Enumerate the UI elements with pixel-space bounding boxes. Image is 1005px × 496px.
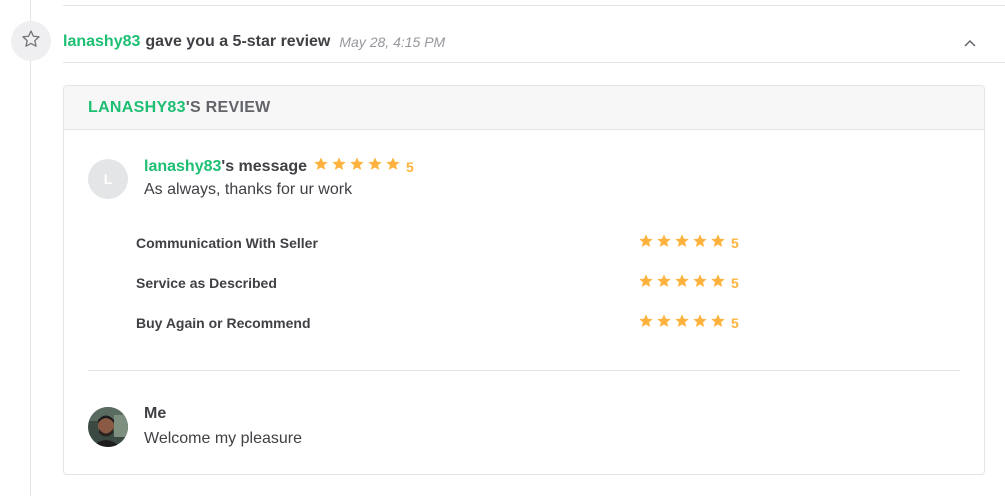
star-icon [656, 233, 674, 254]
criteria-row-communication: Communication With Seller 5 [136, 233, 756, 253]
reply-text: Welcome my pleasure [144, 430, 302, 447]
star-icon [710, 273, 728, 294]
message-suffix: 's message [221, 157, 308, 175]
criteria-row-recommend: Buy Again or Recommend 5 [136, 313, 756, 333]
chevron-up-icon [964, 34, 976, 52]
top-divider [63, 5, 1005, 6]
overall-rating-stars: 5 [313, 156, 414, 177]
criteria-rating-stars: 5 [638, 273, 739, 294]
star-icon [385, 156, 403, 177]
star-icon [674, 233, 692, 254]
event-header: lanashy83 gave you a 5-star review May 2… [63, 31, 975, 53]
review-message-title: lanashy83 's message 5 [144, 156, 414, 177]
criteria-label: Buy Again or Recommend [136, 315, 311, 331]
star-icon [656, 313, 674, 334]
review-header-username[interactable]: LANASHY83 [88, 99, 186, 117]
criteria-rating-stars: 5 [638, 313, 739, 334]
review-card: LANASHY83 'S REVIEW L lanashy83 's messa… [63, 85, 985, 475]
star-icon [349, 156, 367, 177]
review-message-text: As always, thanks for ur work [144, 181, 353, 198]
collapse-button[interactable] [963, 36, 977, 50]
header-divider [63, 62, 1005, 63]
reviewer-username-link[interactable]: lanashy83 [144, 158, 221, 176]
reviewer-avatar: L [88, 159, 128, 199]
star-icon [710, 233, 728, 254]
review-card-header: LANASHY83 'S REVIEW [64, 86, 984, 130]
criteria-label: Service as Described [136, 275, 277, 291]
my-avatar [88, 407, 128, 447]
star-icon [674, 313, 692, 334]
card-divider [88, 370, 960, 371]
event-username-link[interactable]: lanashy83 [63, 33, 140, 51]
event-text: gave you a 5-star review [145, 33, 331, 50]
star-icon [313, 156, 331, 177]
event-timestamp: May 28, 4:15 PM [339, 34, 446, 50]
star-icon [674, 273, 692, 294]
star-icon [692, 273, 710, 294]
review-header-suffix: 'S REVIEW [185, 98, 271, 116]
overall-rating-score: 5 [406, 158, 414, 175]
criteria-row-service: Service as Described 5 [136, 273, 756, 293]
star-icon [692, 313, 710, 334]
star-icon [638, 273, 656, 294]
star-icon [710, 313, 728, 334]
event-icon-circle [11, 21, 51, 61]
star-icon [367, 156, 385, 177]
star-outline-icon [21, 29, 41, 54]
star-icon [638, 233, 656, 254]
star-icon [638, 313, 656, 334]
timeline-line [30, 0, 31, 496]
star-icon [331, 156, 349, 177]
criteria-score: 5 [731, 275, 739, 291]
criteria-label: Communication With Seller [136, 235, 318, 251]
criteria-score: 5 [731, 235, 739, 251]
criteria-score: 5 [731, 315, 739, 331]
star-icon [656, 273, 674, 294]
reply-author-name: Me [144, 405, 167, 422]
criteria-rating-stars: 5 [638, 233, 739, 254]
star-icon [692, 233, 710, 254]
